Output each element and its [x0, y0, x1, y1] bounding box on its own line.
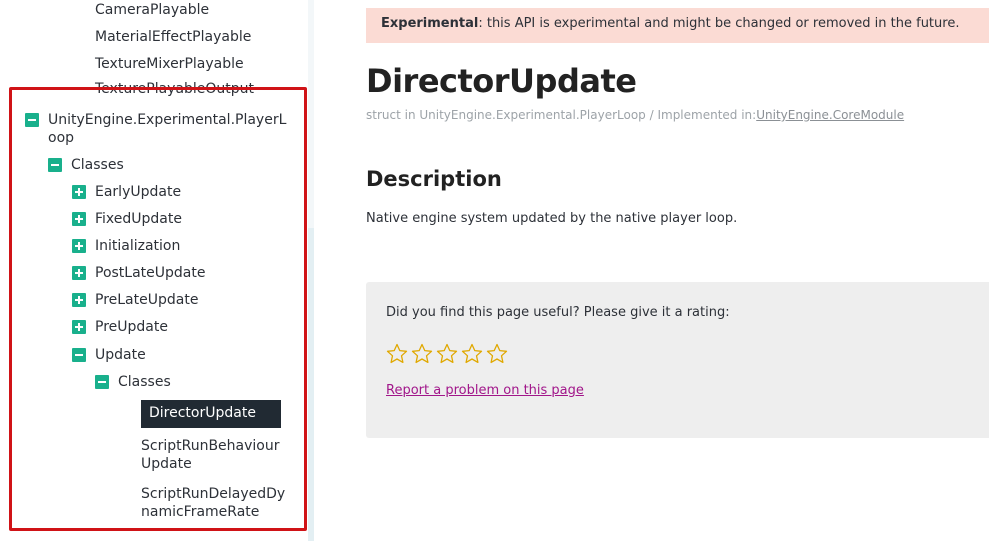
sidebar-item-label: EarlyUpdate — [95, 184, 182, 200]
description-heading: Description — [366, 167, 502, 191]
sidebar-item-texturemixerplayable[interactable]: TextureMixerPlayable — [95, 55, 244, 73]
sidebar-item-materialeffectplayable[interactable]: MaterialEffectPlayable — [95, 28, 251, 46]
sidebar-item-label: ScriptRunDelayedDy — [141, 486, 286, 502]
banner-label: Experimental — [381, 16, 479, 31]
sidebar-item-cameraplayable[interactable]: CameraPlayable — [95, 1, 209, 19]
sidebar-item-textureplayableoutput[interactable]: TexturePlayableOutput — [95, 80, 254, 98]
sidebar-item-postlateupdate[interactable]: PostLateUpdate — [72, 263, 205, 283]
sidebar-group-label: Classes — [71, 157, 124, 173]
sidebar-item-label: Update — [95, 347, 146, 363]
experimental-banner: Experimental: this API is experimental a… — [366, 8, 989, 43]
sidebar-namespace-playerloop[interactable]: UnityEngine.Experimental.PlayerL — [25, 110, 286, 130]
sidebar-item-label: PreLateUpdate — [95, 292, 199, 308]
plus-icon[interactable] — [72, 266, 86, 280]
sidebar-item-label: Initialization — [95, 238, 181, 254]
sidebar-item-prelateupdate[interactable]: PreLateUpdate — [72, 290, 198, 310]
rating-stars — [385, 342, 509, 366]
plus-icon[interactable] — [72, 239, 86, 253]
sidebar-item-label-continued: Update — [141, 456, 192, 472]
page-subline: struct in UnityEngine.Experimental.Playe… — [366, 108, 904, 122]
page-title: DirectorUpdate — [366, 62, 637, 100]
description-text: Native engine system updated by the nati… — [366, 211, 738, 226]
sidebar-namespace-label: UnityEngine.Experimental.PlayerL — [48, 112, 287, 128]
star-outline-icon[interactable] — [460, 342, 484, 366]
star-outline-icon[interactable] — [385, 342, 409, 366]
sidebar-group-label: Classes — [118, 374, 171, 390]
sidebar-item-label: PostLateUpdate — [95, 265, 206, 281]
sidebar-navigation: CameraPlayable MaterialEffectPlayable Te… — [0, 0, 314, 541]
sidebar-item-directorupdate-selected[interactable]: DirectorUpdate — [141, 400, 281, 428]
star-outline-icon[interactable] — [410, 342, 434, 366]
report-problem-link[interactable]: Report a problem on this page — [386, 383, 584, 398]
minus-icon[interactable] — [25, 113, 39, 127]
sidebar-item-initialization[interactable]: Initialization — [72, 236, 180, 256]
sidebar-item-preupdate[interactable]: PreUpdate — [72, 317, 168, 337]
plus-icon[interactable] — [72, 293, 86, 307]
sidebar-namespace-label-continued: oop — [48, 130, 75, 146]
banner-text: : this API is experimental and might be … — [478, 16, 960, 31]
sidebar-group-classes[interactable]: Classes — [48, 155, 124, 175]
minus-icon[interactable] — [72, 348, 86, 362]
plus-icon[interactable] — [72, 185, 86, 199]
sidebar-group-update-classes[interactable]: Classes — [95, 372, 171, 392]
module-link[interactable]: UnityEngine.CoreModule — [756, 108, 904, 122]
sidebar-item-scriptrunbehaviourupdate[interactable]: ScriptRunBehaviour Update — [141, 437, 280, 473]
sidebar-item-earlyupdate[interactable]: EarlyUpdate — [72, 182, 181, 202]
plus-icon[interactable] — [72, 212, 86, 226]
minus-icon[interactable] — [48, 158, 62, 172]
sidebar-item-label: FixedUpdate — [95, 211, 182, 227]
subline-text: struct in UnityEngine.Experimental.Playe… — [366, 108, 757, 122]
sidebar-item-scriptrundelayeddynamicframerate[interactable]: ScriptRunDelayedDy namicFrameRate — [141, 485, 285, 521]
sidebar-item-label: ScriptRunBehaviour — [141, 438, 280, 454]
star-outline-icon[interactable] — [435, 342, 459, 366]
sidebar-item-fixedupdate[interactable]: FixedUpdate — [72, 209, 182, 229]
feedback-question: Did you find this page useful? Please gi… — [386, 305, 730, 320]
plus-icon[interactable] — [72, 320, 86, 334]
sidebar-item-label-continued: namicFrameRate — [141, 504, 260, 520]
sidebar-scrollbar-thumb[interactable] — [308, 228, 314, 541]
minus-icon[interactable] — [95, 375, 109, 389]
star-outline-icon[interactable] — [485, 342, 509, 366]
sidebar-item-label: PreUpdate — [95, 319, 168, 335]
sidebar-item-update[interactable]: Update — [72, 345, 146, 365]
